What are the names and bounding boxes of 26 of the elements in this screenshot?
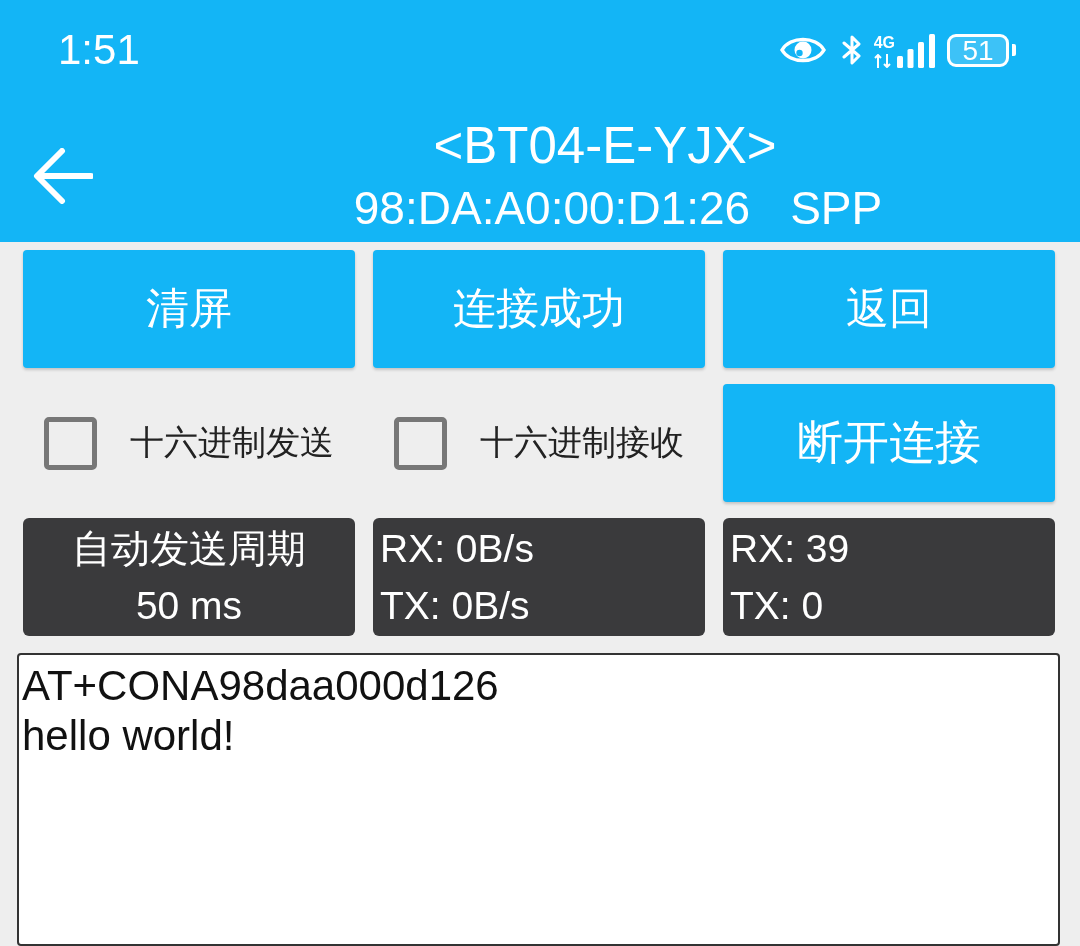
device-title: <BT04-E-YJX> — [433, 116, 777, 176]
log-line: AT+CONA98daa000d126 — [22, 661, 500, 711]
checkbox-label: 十六进制接收 — [480, 422, 684, 463]
signal-bars-icon — [897, 34, 935, 68]
stat-text: 自动发送周期 — [72, 526, 306, 572]
return-button[interactable]: 返回 — [723, 250, 1055, 368]
back-icon[interactable] — [33, 148, 93, 204]
stat-text: 50 ms — [135, 583, 243, 629]
network-type-label: 4G — [873, 34, 895, 52]
stat-text: RX: 39 — [730, 526, 850, 572]
stat-text: TX: 0 — [730, 583, 824, 629]
disconnect-button[interactable]: 断开连接 — [723, 384, 1055, 502]
device-address: 98:DA:A0:00:D1:26 — [353, 181, 751, 236]
checkbox-label: 十六进制发送 — [130, 422, 334, 463]
bluetooth-icon — [841, 34, 862, 66]
battery-indicator: 51 — [947, 33, 1016, 67]
status-time: 1:51 — [58, 26, 140, 74]
stat-text: TX: 0B/s — [380, 583, 530, 629]
log-line: hello world! — [22, 711, 236, 761]
checkbox[interactable] — [44, 416, 97, 470]
connection-status-button[interactable]: 连接成功 — [373, 250, 705, 368]
checkbox[interactable] — [394, 416, 447, 470]
clear-screen-button[interactable]: 清屏 — [23, 250, 355, 368]
stat-text: RX: 0B/s — [380, 526, 534, 572]
data-arrows-icon — [873, 54, 892, 68]
connection-profile: SPP — [790, 181, 883, 236]
